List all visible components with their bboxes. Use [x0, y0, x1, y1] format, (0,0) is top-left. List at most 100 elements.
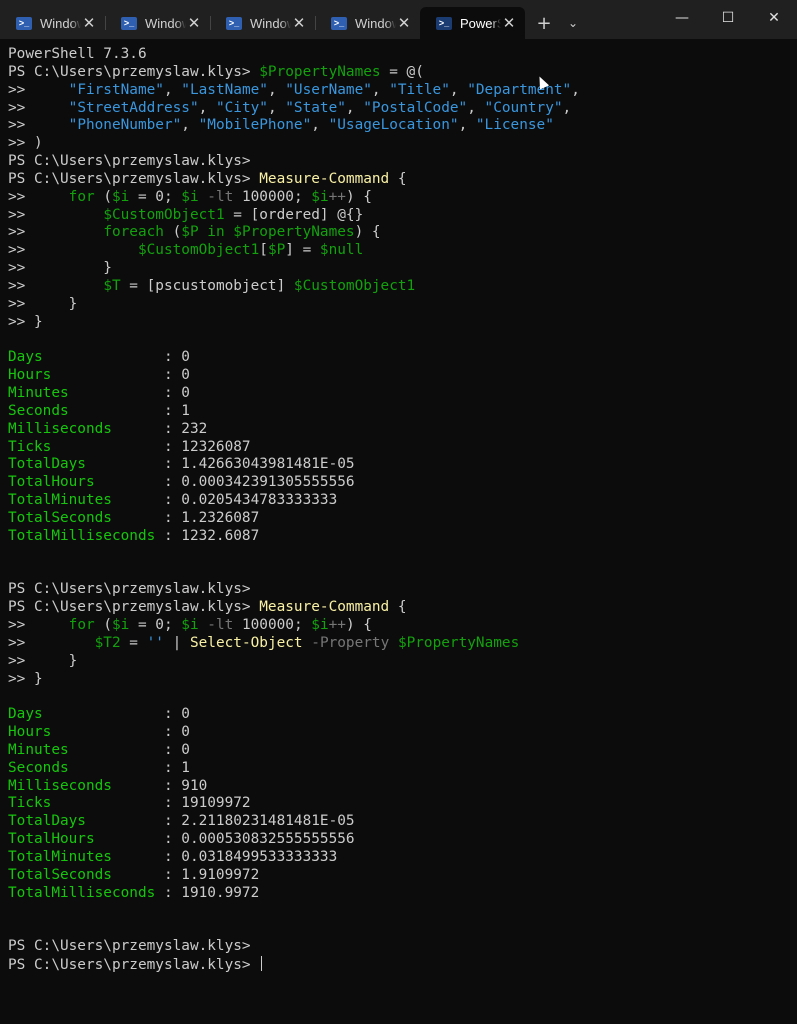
terminal-text: >> } — [8, 652, 78, 669]
terminal-text: PS C:\Users\przemyslaw.klys> — [8, 153, 251, 170]
close-icon[interactable]: ✕ — [186, 14, 202, 32]
terminal-text: , — [371, 81, 390, 98]
close-window-button[interactable]: ✕ — [751, 0, 797, 36]
tab-windows-powershell-3[interactable]: >_ Windows PowerShell ✕ — [210, 7, 315, 39]
powershell-icon: >_ — [226, 16, 242, 30]
chevron-down-icon[interactable]: ⌄ — [559, 7, 587, 39]
terminal-text: 100000; — [233, 188, 312, 205]
terminal-line: PS C:\Users\przemyslaw.klys> — [8, 581, 793, 599]
terminal-text: -Property — [311, 634, 390, 651]
terminal-line: Minutes : 0 — [8, 385, 793, 403]
terminal-text: >> — [8, 224, 104, 241]
terminal-line: Days : 0 — [8, 706, 793, 724]
terminal-text: $PropertyNames — [397, 634, 520, 651]
terminal-text: "State" — [285, 99, 346, 116]
terminal-text: PS C:\Users\przemyslaw.klys> — [8, 581, 251, 598]
terminal-output[interactable]: PowerShell 7.3.6 PS C:\Users\przemyslaw.k… — [8, 46, 793, 1021]
terminal-text: '' — [146, 634, 164, 651]
terminal-text: PS C:\Users\przemyslaw.klys> — [8, 957, 260, 974]
terminal-text: $T2 — [94, 634, 121, 651]
tab-windows-powershell-4[interactable]: >_ Windows PowerShell ✕ — [315, 7, 420, 39]
terminal-text: : 910 — [163, 777, 208, 794]
new-tab-button[interactable]: + — [529, 7, 559, 39]
terminal-text: : 12326087 — [163, 438, 251, 455]
tab-windows-powershell-2[interactable]: >_ Windows PowerShell ✕ — [105, 7, 210, 39]
terminal-text: PowerShell 7.3.6 — [8, 46, 147, 62]
terminal-line: Ticks : 12326087 — [8, 439, 793, 457]
terminal-text: TotalMinutes — [8, 492, 164, 509]
terminal-text: in — [207, 224, 225, 241]
tab-powershell-active[interactable]: >_ PowerShell ✕ — [420, 7, 525, 39]
terminal-text: , — [449, 81, 468, 98]
terminal-text: : 0 — [163, 706, 190, 723]
terminal-line: TotalDays : 2.21180231481481E-05 — [8, 813, 793, 831]
terminal-text: "Title" — [389, 81, 450, 98]
terminal-text: >> — [8, 206, 104, 223]
terminal-text: { — [389, 599, 407, 616]
terminal-line: TotalSeconds : 1.9109972 — [8, 867, 793, 885]
terminal-line: >> for ($i = 0; $i -lt 100000; $i++) { — [8, 189, 793, 207]
close-icon[interactable]: ✕ — [81, 14, 97, 32]
terminal-text: = 0; — [129, 617, 182, 633]
terminal-text: for — [68, 188, 95, 205]
terminal-text: : 1.9109972 — [163, 866, 260, 883]
close-icon[interactable]: ✕ — [291, 14, 307, 32]
terminal-line: >> $T = [pscustomobject] $CustomObject1 — [8, 278, 793, 296]
terminal-line: >> $CustomObject1 = [ordered] @{} — [8, 207, 793, 225]
terminal-text: , — [163, 81, 182, 98]
terminal-text: ] = — [285, 242, 320, 259]
terminal-text: TotalHours — [8, 474, 164, 491]
terminal-text: : 0.0318499533333333 — [163, 848, 338, 865]
terminal-line: >> } — [8, 671, 793, 689]
terminal-text: $P — [181, 224, 199, 241]
terminal-text: "FirstName" — [68, 81, 164, 98]
terminal-line: TotalDays : 1.42663043981481E-05 — [8, 456, 793, 474]
terminal-text: $P — [267, 242, 286, 259]
terminal-text: = — [120, 634, 147, 651]
powershell-icon: >_ — [121, 16, 137, 30]
terminal-text: PS C:\Users\przemyslaw.klys> — [8, 599, 260, 616]
terminal-text: : 232 — [163, 420, 208, 437]
close-icon[interactable]: ✕ — [501, 14, 517, 32]
terminal-text: $i — [181, 617, 199, 633]
tab-windows-powershell-1[interactable]: >_ Windows PowerShell ✕ — [0, 7, 105, 39]
terminal-text: $i — [311, 617, 329, 633]
terminal-text: "PhoneNumber" — [68, 117, 182, 134]
maximize-button[interactable]: ☐ — [705, 0, 751, 36]
terminal-text: $null — [319, 242, 364, 259]
terminal-text: Milliseconds — [8, 420, 164, 437]
terminal-text: $T — [103, 277, 121, 294]
terminal-text: >> — [8, 242, 138, 259]
terminal-text: 100000; — [233, 617, 312, 633]
terminal-line: Days : 0 — [8, 349, 793, 367]
tab-title: Windows PowerShell — [250, 15, 291, 31]
terminal-line: Milliseconds : 232 — [8, 421, 793, 439]
terminal-text: : 0 — [163, 741, 190, 758]
tab-title: PowerShell — [460, 15, 501, 31]
powershell-icon: >_ — [436, 16, 452, 30]
terminal-line: >> $CustomObject1[$P] = $null — [8, 242, 793, 260]
powershell-icon: >_ — [331, 16, 347, 30]
terminal-text: , — [267, 81, 286, 98]
terminal-line: PS C:\Users\przemyslaw.klys> Measure-Com… — [8, 599, 793, 617]
terminal-text: $PropertyNames — [233, 224, 355, 241]
minimize-button[interactable]: — — [659, 0, 705, 36]
tab-title: Windows PowerShell — [40, 15, 81, 31]
terminal-line: >> } — [8, 260, 793, 278]
terminal-text: TotalMinutes — [8, 848, 164, 865]
terminal-text: >> } — [8, 313, 43, 330]
tab-bar: >_ Windows PowerShell ✕ >_ Windows Power… — [0, 0, 797, 39]
terminal-line: TotalHours : 0.000530832555555556 — [8, 831, 793, 849]
terminal-text: >> — [8, 188, 69, 205]
close-icon[interactable]: ✕ — [396, 14, 412, 32]
terminal-text: Select-Object — [189, 634, 303, 651]
terminal-text: , — [198, 99, 216, 116]
terminal-text: $i — [111, 617, 130, 633]
terminal-text: , — [458, 117, 476, 134]
terminal-text: ) { — [345, 188, 372, 205]
terminal-text: Measure-Command — [259, 170, 390, 187]
terminal-text: { — [389, 170, 407, 187]
